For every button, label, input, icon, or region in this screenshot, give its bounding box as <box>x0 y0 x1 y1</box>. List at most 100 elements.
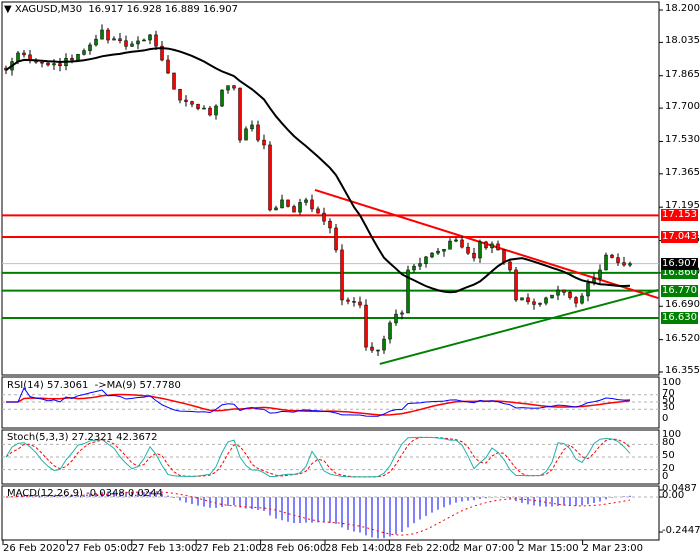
bear-candle <box>616 257 620 263</box>
price-axis-label: 16.520 <box>665 332 700 344</box>
bull-candle <box>586 282 590 297</box>
ohlc-low: 16.889 <box>164 4 200 15</box>
bull-candle <box>304 199 308 203</box>
bear-candle <box>334 227 338 251</box>
chart-canvas[interactable] <box>0 0 700 560</box>
bear-candle <box>484 241 488 249</box>
bull-candle <box>604 254 608 271</box>
bull-candle <box>544 297 548 304</box>
bear-candle <box>292 206 296 213</box>
bull-candle <box>226 85 230 91</box>
bull-candle <box>550 294 554 299</box>
bear-candle <box>190 101 194 105</box>
price-axis-label: 17.865 <box>665 68 700 80</box>
bear-candle <box>346 299 350 302</box>
macd-label: MACD(12,26,9) -0.0348 0.0244 <box>7 488 163 499</box>
bear-candle <box>262 139 266 146</box>
bull-candle <box>88 44 92 51</box>
bear-candle <box>196 103 200 109</box>
bear-candle <box>352 301 356 303</box>
bear-candle <box>568 292 572 298</box>
price-axis-label: 16.355 <box>665 364 700 376</box>
bear-candle <box>622 262 626 266</box>
price-axis-label: 18.200 <box>665 3 700 14</box>
chart-header: ▼ XAGUSD,M30 16.917 16.928 16.889 16.907 <box>4 4 238 15</box>
bull-candle <box>100 29 104 40</box>
main-panel <box>1 1 660 376</box>
bull-candle <box>490 243 494 249</box>
current-price-label: 16.907 <box>661 257 698 270</box>
bear-candle <box>340 249 344 301</box>
bear-candle <box>316 208 320 214</box>
time-axis-label: 28 Feb 06:00 <box>260 543 327 554</box>
time-axis-label: 2 Mar 07:00 <box>453 543 515 554</box>
bear-candle <box>460 239 464 248</box>
bull-candle <box>76 54 80 61</box>
bull-candle <box>436 250 440 254</box>
bull-candle <box>148 34 152 41</box>
bear-candle <box>496 243 500 251</box>
price-axis-label: 17.700 <box>665 101 700 113</box>
bear-candle <box>514 269 518 301</box>
price-axis-label: 17.365 <box>665 166 700 178</box>
bear-candle <box>370 346 374 351</box>
macd-axis-label: 0.00 <box>662 490 685 501</box>
bull-candle <box>274 207 278 211</box>
bull-candle <box>112 38 116 41</box>
stoch-axis-label: 0 <box>662 471 669 482</box>
price-axis-label: 16.690 <box>665 299 700 311</box>
bull-candle <box>424 256 428 264</box>
bull-candle <box>376 349 380 352</box>
bull-candle <box>220 89 224 107</box>
bull-candle <box>244 128 248 141</box>
bull-candle <box>442 248 446 252</box>
bear-candle <box>364 304 368 348</box>
bull-candle <box>418 263 422 267</box>
ohlc-high: 16.928 <box>126 4 162 15</box>
symbol-label: XAGUSD,M30 <box>14 4 83 15</box>
bear-candle <box>322 212 326 222</box>
bear-candle <box>208 107 212 116</box>
bull-candle <box>580 295 584 304</box>
resistance-level-label: 17.043 <box>661 231 698 243</box>
price-axis-label: 17.530 <box>665 134 700 146</box>
rsi-label: RSI(14) 57.3061 ->MA(9) 57.7780 <box>7 380 181 391</box>
bear-candle <box>574 297 578 304</box>
resistance-level-label: 17.153 <box>661 209 698 222</box>
bear-candle <box>526 297 530 303</box>
bull-candle <box>556 289 560 296</box>
time-axis-label: 27 Feb 05:00 <box>67 543 133 554</box>
bull-candle <box>394 313 398 324</box>
support-level-label: 16.630 <box>661 312 698 325</box>
price-axis-label: 18.035 <box>665 35 700 47</box>
macd-axis-label: -0.2447 <box>662 525 700 536</box>
time-axis-label: 28 Feb 22:00 <box>389 543 455 554</box>
time-axis-label: 27 Feb 21:00 <box>196 543 262 554</box>
bull-candle <box>478 241 482 259</box>
bull-candle <box>412 265 416 271</box>
bull-candle <box>94 38 98 46</box>
bull-candle <box>142 39 146 42</box>
bear-candle <box>532 301 536 305</box>
bear-candle <box>232 85 236 89</box>
bear-candle <box>508 261 512 271</box>
bull-candle <box>130 43 134 47</box>
bear-candle <box>328 220 332 229</box>
bull-candle <box>628 263 632 266</box>
bull-candle <box>202 107 206 110</box>
dropdown-arrow-icon[interactable]: ▼ <box>4 4 12 15</box>
ohlc-close: 16.907 <box>202 4 238 15</box>
time-axis-label: 27 Feb 13:00 <box>131 543 198 554</box>
bear-candle <box>22 52 26 56</box>
bull-candle <box>52 63 56 66</box>
bear-candle <box>286 199 290 207</box>
ohlc-open: 16.917 <box>88 4 124 15</box>
bull-candle <box>448 240 452 250</box>
bear-candle <box>70 58 74 61</box>
time-axis-label: 2 Mar 15:00 <box>518 543 579 554</box>
bear-candle <box>178 88 182 101</box>
bear-candle <box>256 124 260 141</box>
bull-candle <box>454 239 458 242</box>
bear-candle <box>502 249 506 263</box>
bear-candle <box>610 254 614 258</box>
